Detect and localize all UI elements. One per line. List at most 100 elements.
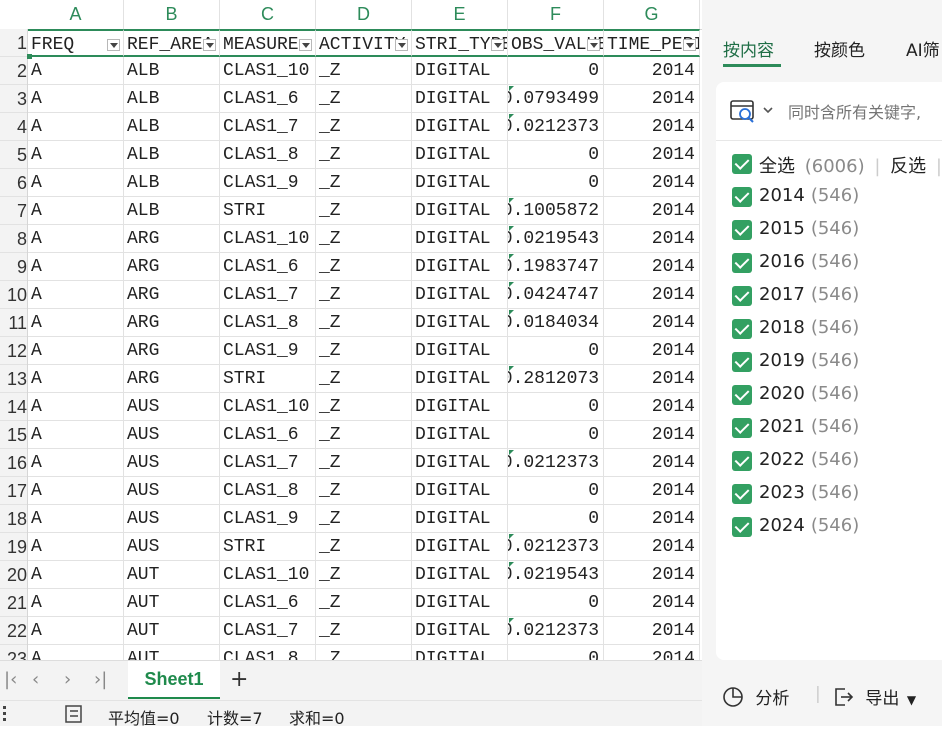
table-cell[interactable]: ALB [124, 57, 220, 85]
filter-item-checkbox[interactable] [732, 253, 752, 273]
table-cell[interactable]: DIGITAL [412, 197, 508, 225]
table-cell[interactable]: STRI [220, 197, 316, 225]
table-cell[interactable]: ARG [124, 225, 220, 253]
table-cell[interactable]: CLAS1_9 [220, 505, 316, 533]
table-cell[interactable]: 2014 [604, 477, 700, 505]
table-cell[interactable]: A [28, 477, 124, 505]
table-cell[interactable]: DIGITAL [412, 533, 508, 561]
filter-item-checkbox[interactable] [732, 484, 752, 504]
table-cell[interactable]: DIGITAL [412, 561, 508, 589]
row-header[interactable]: 2 [0, 57, 27, 85]
column-header[interactable]: C [220, 0, 316, 29]
table-cell[interactable]: A [28, 225, 124, 253]
table-cell[interactable]: CLAS1_6 [220, 253, 316, 281]
table-cell[interactable]: DIGITAL [412, 505, 508, 533]
table-cell[interactable]: DIGITAL [412, 421, 508, 449]
filter-dropdown-icon[interactable] [395, 39, 408, 51]
table-cell[interactable]: 0 [508, 477, 604, 505]
table-cell[interactable]: 0.2812073 [508, 365, 604, 393]
table-cell[interactable]: AUT [124, 645, 220, 660]
filter-dropdown-icon[interactable] [299, 39, 312, 51]
table-cell[interactable]: _Z [316, 393, 412, 421]
row-header[interactable]: 1 [0, 29, 27, 57]
header-cell[interactable]: OBS_VALUE [508, 29, 604, 57]
table-cell[interactable]: CLAS1_10 [220, 57, 316, 85]
table-cell[interactable]: _Z [316, 225, 412, 253]
table-cell[interactable]: ALB [124, 197, 220, 225]
table-cell[interactable]: 2014 [604, 197, 700, 225]
next-sheet-icon[interactable]: › [64, 669, 71, 690]
table-cell[interactable]: 2014 [604, 421, 700, 449]
row-header[interactable]: 8 [0, 225, 27, 253]
column-header[interactable]: E [412, 0, 508, 29]
table-cell[interactable]: CLAS1_10 [220, 225, 316, 253]
table-cell[interactable]: CLAS1_7 [220, 617, 316, 645]
table-cell[interactable]: A [28, 113, 124, 141]
table-cell[interactable]: _Z [316, 169, 412, 197]
table-cell[interactable]: DIGITAL [412, 169, 508, 197]
table-cell[interactable]: 0.0793499 [508, 85, 604, 113]
table-cell[interactable]: A [28, 281, 124, 309]
table-cell[interactable]: A [28, 337, 124, 365]
table-cell[interactable]: 2014 [604, 337, 700, 365]
filter-item-checkbox[interactable] [732, 319, 752, 339]
table-cell[interactable]: DIGITAL [412, 253, 508, 281]
table-cell[interactable]: _Z [316, 337, 412, 365]
table-cell[interactable]: _Z [316, 561, 412, 589]
table-cell[interactable]: 2014 [604, 57, 700, 85]
table-cell[interactable]: 0 [508, 141, 604, 169]
column-header[interactable]: F [508, 0, 604, 29]
table-cell[interactable]: ARG [124, 337, 220, 365]
table-cell[interactable]: DIGITAL [412, 589, 508, 617]
table-cell[interactable]: _Z [316, 365, 412, 393]
column-header[interactable]: B [124, 0, 220, 29]
search-mode-icon[interactable] [730, 98, 776, 128]
table-cell[interactable]: 0 [508, 393, 604, 421]
table-cell[interactable]: 2014 [604, 141, 700, 169]
table-cell[interactable]: DIGITAL [412, 337, 508, 365]
column-header[interactable]: A [28, 0, 124, 29]
table-cell[interactable]: A [28, 617, 124, 645]
header-cell[interactable]: STRI_TYPE [412, 29, 508, 57]
table-cell[interactable]: 2014 [604, 225, 700, 253]
table-cell[interactable]: CLAS1_8 [220, 645, 316, 660]
filter-item-checkbox[interactable] [732, 517, 752, 537]
table-cell[interactable]: 2014 [604, 561, 700, 589]
filter-dropdown-icon[interactable] [203, 39, 216, 51]
row-header[interactable]: 11 [0, 309, 27, 337]
table-cell[interactable]: AUS [124, 449, 220, 477]
table-cell[interactable]: A [28, 449, 124, 477]
filter-search-input[interactable] [786, 98, 942, 126]
filter-item-checkbox[interactable] [732, 187, 752, 207]
header-cell[interactable]: ACTIVITY [316, 29, 412, 57]
table-cell[interactable]: 2014 [604, 449, 700, 477]
table-cell[interactable]: AUT [124, 617, 220, 645]
table-cell[interactable]: 0.0219543 [508, 561, 604, 589]
header-cell[interactable]: TIME_PERIOD [604, 29, 700, 57]
row-header[interactable]: 14 [0, 393, 27, 421]
table-cell[interactable]: 2014 [604, 365, 700, 393]
table-cell[interactable]: A [28, 589, 124, 617]
table-cell[interactable]: DIGITAL [412, 449, 508, 477]
table-cell[interactable]: A [28, 85, 124, 113]
table-cell[interactable]: _Z [316, 645, 412, 660]
table-cell[interactable]: A [28, 533, 124, 561]
table-cell[interactable]: _Z [316, 449, 412, 477]
table-cell[interactable]: A [28, 57, 124, 85]
table-cell[interactable]: A [28, 393, 124, 421]
table-cell[interactable]: 0.0219543 [508, 225, 604, 253]
table-cell[interactable]: CLAS1_6 [220, 421, 316, 449]
table-cell[interactable]: _Z [316, 253, 412, 281]
table-cell[interactable]: ALB [124, 169, 220, 197]
export-button[interactable]: 导出 ▼ [832, 684, 916, 709]
table-cell[interactable]: 2014 [604, 533, 700, 561]
table-cell[interactable]: 0 [508, 505, 604, 533]
column-header[interactable]: D [316, 0, 412, 29]
table-cell[interactable]: AUS [124, 533, 220, 561]
table-cell[interactable]: ARG [124, 309, 220, 337]
invert-selection-button[interactable]: 反选 [890, 156, 926, 177]
table-cell[interactable]: _Z [316, 477, 412, 505]
table-cell[interactable]: _Z [316, 589, 412, 617]
table-cell[interactable]: DIGITAL [412, 393, 508, 421]
table-cell[interactable]: A [28, 169, 124, 197]
